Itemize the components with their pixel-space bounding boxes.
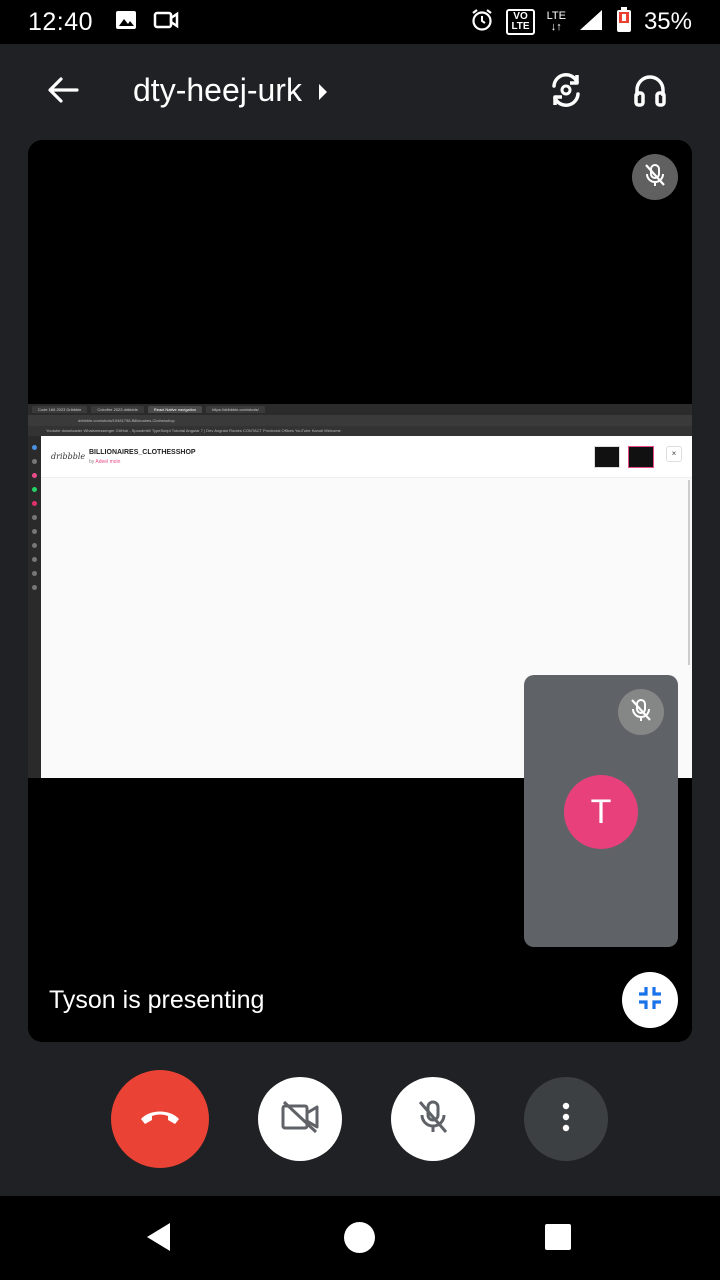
caret-right-icon	[318, 72, 328, 109]
alarm-icon	[470, 8, 494, 37]
dribbble-logo: dribbble	[51, 452, 86, 461]
meeting-title-button[interactable]: dty-heej-urk	[133, 72, 328, 109]
browser-bookmarks: Youtube downloader Whatsmessenger GitHub…	[28, 426, 692, 436]
browser-url: dribbble.com/shots/19481798-Billionaires…	[28, 415, 692, 426]
headphones-icon	[632, 72, 668, 113]
mic-off-icon	[642, 162, 668, 193]
video-icon	[153, 10, 179, 35]
nav-back-icon[interactable]	[146, 1222, 172, 1257]
shot-thumbnail	[594, 446, 620, 468]
back-button[interactable]	[38, 70, 88, 114]
mic-off-icon	[628, 697, 654, 728]
more-options-button[interactable]	[524, 1077, 608, 1161]
lte-label: LTE	[546, 10, 566, 22]
gallery-icon	[115, 10, 137, 35]
status-time: 12:40	[28, 7, 94, 36]
shot-close-button: ×	[666, 446, 682, 462]
avatar: T	[564, 775, 638, 849]
camera-toggle-button[interactable]	[258, 1077, 342, 1161]
presenting-label: Tyson is presenting	[49, 986, 265, 1014]
exit-fullscreen-button[interactable]	[622, 972, 678, 1028]
shot-author-name: Adeel moin	[95, 459, 121, 465]
mic-off-icon	[416, 1099, 450, 1140]
browser-tab: https://dribbble.com/shots/	[206, 406, 265, 413]
browser-tab: Colorfire 2023 dribbble	[91, 406, 144, 413]
nav-recents-icon[interactable]	[545, 1224, 571, 1250]
switch-camera-button[interactable]	[540, 70, 592, 114]
system-nav-bar	[0, 1196, 720, 1280]
camera-switch-icon	[546, 70, 586, 115]
browser-tab: React Native navigation	[147, 406, 203, 413]
signal-icon	[578, 8, 604, 37]
self-view-tile[interactable]: T	[524, 675, 678, 947]
arrow-back-icon	[47, 76, 79, 109]
microphone-toggle-button[interactable]	[391, 1077, 475, 1161]
shot-title: BILLIONAIRES_CLOTHESSHOP	[89, 449, 196, 456]
browser-sidebar	[28, 436, 41, 778]
phone-hangup-icon	[138, 1107, 182, 1132]
browser-tab-strip: Code 166 2023 Dribbble Colorfire 2023 dr…	[28, 404, 692, 415]
shot-header: dribbble BILLIONAIRES_CLOTHESSHOP by Ade…	[41, 436, 692, 478]
lte-indicator: LTE ↓↑	[546, 10, 566, 33]
shot-scrollbar	[688, 480, 690, 665]
shot-author: by Adeel moin	[89, 459, 120, 465]
end-call-button[interactable]	[111, 1070, 209, 1168]
battery-icon	[616, 6, 632, 38]
self-muted-indicator	[618, 689, 664, 735]
battery-percent: 35%	[643, 8, 692, 35]
presentation-stage[interactable]: Code 166 2023 Dribbble Colorfire 2023 dr…	[28, 140, 692, 1042]
shot-by-prefix: by	[89, 459, 95, 465]
videocam-off-icon	[280, 1100, 320, 1139]
fullscreen-exit-icon	[636, 984, 664, 1017]
volte-badge: VO LTE	[506, 9, 535, 35]
nav-home-icon[interactable]	[344, 1222, 375, 1253]
meeting-code: dty-heej-urk	[133, 72, 302, 108]
call-controls	[0, 1070, 720, 1168]
shot-thumbnail	[628, 446, 654, 468]
app-bar: dty-heej-urk	[0, 44, 720, 140]
presenter-muted-indicator	[632, 154, 678, 200]
browser-tab: Code 166 2023 Dribbble	[32, 406, 88, 413]
status-bar: 12:40 VO LTE LTE ↓↑ 35%	[0, 0, 720, 44]
audio-output-button[interactable]	[624, 70, 676, 114]
more-vert-icon	[562, 1102, 570, 1137]
